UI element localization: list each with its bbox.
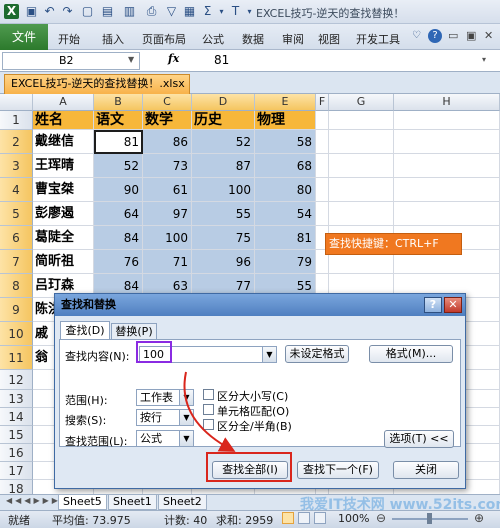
sheet-tab[interactable]: Sheet2 [158, 495, 207, 510]
sheet-tab[interactable]: Sheet1 [108, 495, 157, 510]
sheet-tab[interactable]: Sheet5 [58, 495, 107, 510]
arrow-annotation [183, 371, 236, 452]
status-ready: 就绪 [8, 514, 30, 527]
watermark: 我爱IT技术网 www.52its.com [300, 497, 500, 513]
zoom-slider-thumb[interactable] [427, 513, 432, 524]
status-sum: 求和: 2959 [216, 514, 274, 527]
status-average: 平均值: 73.975 [52, 514, 131, 527]
sheet-scroll-icons[interactable]: ◀◀◀▶▶▶ [6, 496, 61, 505]
normal-view-icon[interactable] [282, 512, 294, 524]
status-count: 计数: 40 [164, 514, 208, 527]
